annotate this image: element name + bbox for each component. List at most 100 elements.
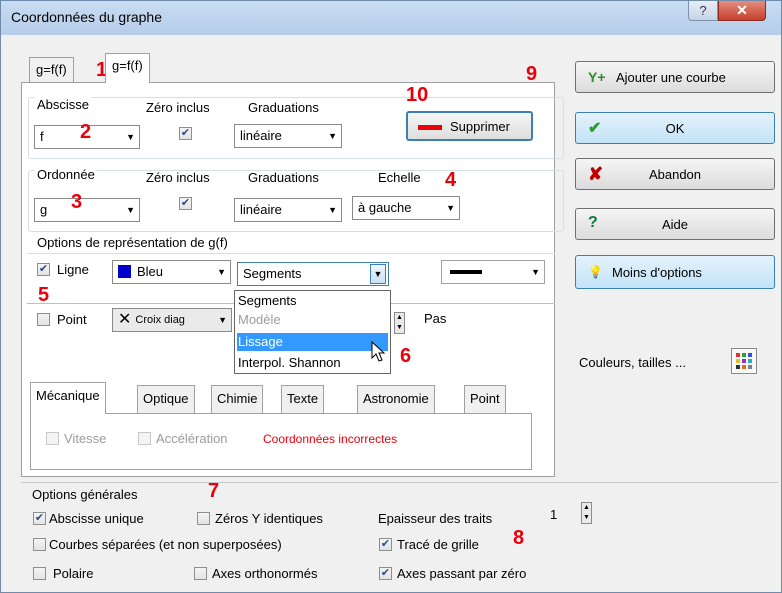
help-window-button[interactable]: ?	[688, 1, 718, 21]
abscisse-zero-checkbox[interactable]: ✔	[179, 127, 192, 140]
ligne-checkbox[interactable]: ✔	[37, 263, 50, 276]
annotation-8: 8	[513, 527, 525, 549]
chevron-down-icon: ▼	[328, 205, 337, 215]
chevron-down-icon: ▼	[217, 267, 226, 277]
line-type-dropdown: Segments Modèle Lissage Interpol. Shanno…	[234, 290, 391, 374]
tab-mecanique[interactable]: Mécanique	[30, 382, 106, 414]
chevron-down-icon: ▼	[446, 203, 455, 213]
axes-zero-checkbox[interactable]: ✔	[379, 567, 392, 580]
ordonnee-variable-select[interactable]: g ▼	[34, 198, 140, 222]
palette-button[interactable]	[731, 348, 757, 374]
zeros-y-label: Zéros Y identiques	[215, 511, 323, 526]
cross-icon: ✕	[118, 311, 132, 328]
epaisseur-spinner[interactable]: ▲ ▼	[581, 502, 592, 524]
point-label: Point	[57, 312, 87, 327]
ligne-label: Ligne	[57, 262, 89, 277]
grille-label: Tracé de grille	[397, 537, 479, 552]
tab-chimie[interactable]: Chimie	[211, 385, 264, 413]
abscisse-graduations-select[interactable]: linéaire ▼	[234, 124, 342, 148]
tab-optique[interactable]: Optique	[137, 385, 195, 413]
aide-button[interactable]: ? Aide	[575, 208, 775, 240]
annotation-4: 4	[445, 169, 457, 191]
epaisseur-label: Epaisseur des traits	[378, 511, 493, 526]
chevron-down-icon: ▼	[218, 315, 227, 325]
general-options-title: Options générales	[32, 487, 138, 502]
moins-options-label: Moins d'options	[612, 265, 702, 280]
abscisse-unique-checkbox[interactable]: ✔	[33, 512, 46, 525]
epaisseur-value[interactable]: 1	[550, 507, 557, 522]
dropdown-item-interpol-shannon[interactable]: Interpol. Shannon	[237, 354, 388, 372]
abscisse-unique-label: Abscisse unique	[49, 511, 144, 526]
close-window-button[interactable]: ✕	[718, 1, 766, 21]
error-text: Coordonnées incorrectes	[263, 432, 398, 446]
courbes-separees-checkbox[interactable]	[33, 538, 46, 551]
vitesse-label: Vitesse	[64, 431, 107, 446]
divider	[391, 303, 555, 304]
polaire-label: Polaire	[53, 566, 94, 581]
grille-checkbox[interactable]: ✔	[379, 538, 392, 551]
vitesse-checkbox[interactable]	[46, 432, 59, 445]
ligne-type-select[interactable]: Segments ▼	[237, 262, 389, 286]
courbes-separees-label: Courbes séparées (et non superposées)	[49, 537, 282, 552]
acceleration-label: Accélération	[156, 431, 228, 446]
point-style-select[interactable]: ✕ Croix diag ▼	[112, 308, 232, 332]
title-bar: Coordonnées du graphe ? ✕	[1, 1, 781, 35]
abscisse-zero-label: Zéro inclus	[146, 100, 210, 115]
ordonnee-graduations-select[interactable]: linéaire ▼	[234, 198, 342, 222]
supprimer-label: Supprimer	[450, 119, 510, 134]
line-thickness-select[interactable]: ▼	[441, 260, 545, 284]
abandon-button[interactable]: ✘ Abandon	[575, 158, 775, 190]
dropdown-item-segments[interactable]: Segments	[237, 292, 388, 310]
color-swatch	[118, 265, 131, 278]
ligne-color-select[interactable]: Bleu ▼	[112, 260, 231, 284]
tab-astronomie[interactable]: Astronomie	[357, 385, 435, 413]
ordonnee-label: Ordonnée	[35, 167, 97, 182]
ordonnee-echelle-select[interactable]: à gauche ▼	[352, 196, 460, 220]
dropdown-item-lissage[interactable]: Lissage	[237, 333, 388, 351]
axes-zero-label: Axes passant par zéro	[397, 566, 527, 581]
tab-graph-1[interactable]: g=f(f)	[29, 57, 74, 83]
repr-options-title: Options de représentation de g(f)	[37, 235, 228, 250]
add-curve-button[interactable]: Y+ Ajouter une courbe	[575, 61, 775, 93]
chevron-down-icon: ▼	[531, 267, 540, 277]
colors-sizes-label: Couleurs, tailles ...	[579, 355, 686, 370]
annotation-7: 7	[208, 480, 220, 502]
divider	[21, 482, 778, 483]
annotation-9: 9	[526, 63, 538, 85]
ok-button[interactable]: ✔ OK	[575, 112, 775, 144]
tab-graph-2[interactable]: g=f(f)	[105, 53, 150, 83]
annotation-10: 10	[406, 84, 429, 106]
ordonnee-zero-checkbox[interactable]: ✔	[179, 197, 192, 210]
annotation-2: 2	[80, 121, 92, 143]
axes-orthonormes-checkbox[interactable]	[194, 567, 207, 580]
point-checkbox[interactable]	[37, 313, 50, 326]
divider	[27, 303, 237, 304]
pas-label: Pas	[424, 311, 447, 326]
add-curve-icon: Y+	[588, 69, 606, 85]
abscisse-graduations-label: Graduations	[248, 100, 319, 115]
pas-spinner[interactable]: ▲ ▼	[394, 312, 405, 334]
ordonnee-graduations-label: Graduations	[248, 170, 319, 185]
polaire-checkbox[interactable]	[33, 567, 46, 580]
window-title: Coordonnées du graphe	[11, 9, 163, 25]
aide-label: Aide	[661, 217, 689, 232]
ordonnee-zero-label: Zéro inclus	[146, 170, 210, 185]
ok-label: OK	[665, 121, 685, 136]
acceleration-checkbox[interactable]	[138, 432, 151, 445]
abandon-label: Abandon	[648, 167, 702, 182]
line-sample-icon	[450, 270, 482, 274]
palette-icon	[736, 353, 752, 369]
chevron-down-icon: ▼	[126, 132, 135, 142]
supprimer-button[interactable]: Supprimer	[406, 111, 533, 141]
zeros-y-checkbox[interactable]	[197, 512, 210, 525]
chevron-down-icon: ▼	[126, 205, 135, 215]
tab-point[interactable]: Point	[464, 385, 506, 413]
add-curve-label: Ajouter une courbe	[616, 70, 726, 85]
chevron-down-icon: ▼	[370, 264, 386, 284]
axes-orthonormes-label: Axes orthonormés	[212, 566, 318, 581]
abscisse-label: Abscisse	[35, 97, 92, 112]
ordonnee-echelle-label: Echelle	[378, 170, 421, 185]
divider	[27, 253, 555, 254]
tab-texte[interactable]: Texte	[281, 385, 325, 413]
moins-options-button[interactable]: 💡 Moins d'options	[575, 255, 775, 289]
